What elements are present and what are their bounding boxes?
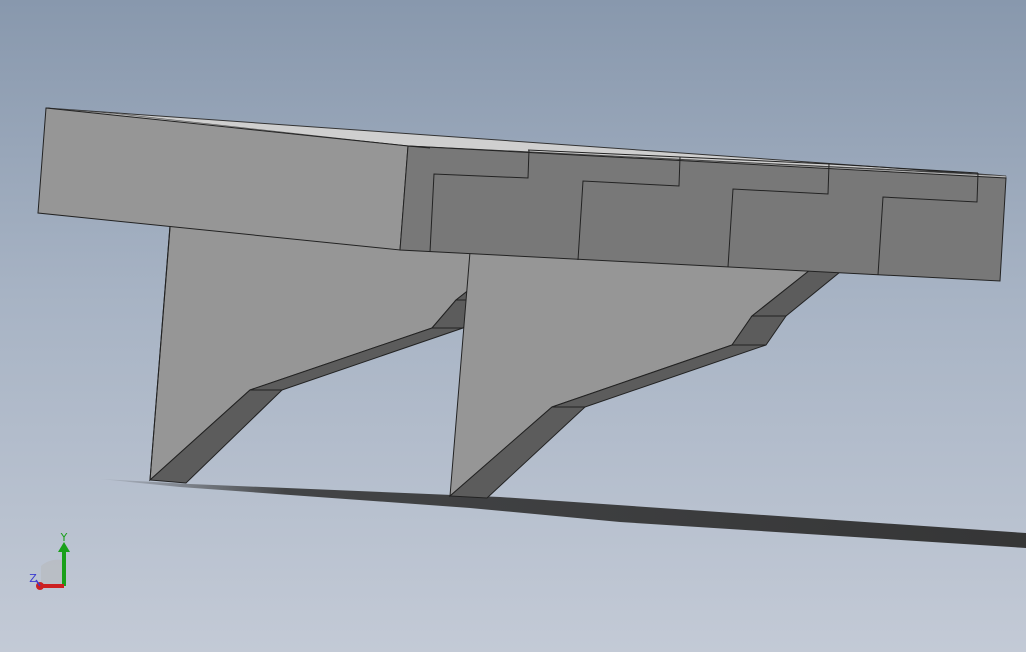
triad-y-label: Y [60, 531, 68, 544]
3d-viewport[interactable]: Y Z [0, 0, 1026, 652]
right-support-leg[interactable] [448, 251, 842, 499]
ground-shadow [100, 479, 1026, 548]
triad-shading [41, 559, 64, 586]
triad-z-label: Z [29, 572, 37, 585]
axis-triad: Y Z [29, 531, 70, 590]
cad-model-view[interactable] [0, 0, 1026, 652]
